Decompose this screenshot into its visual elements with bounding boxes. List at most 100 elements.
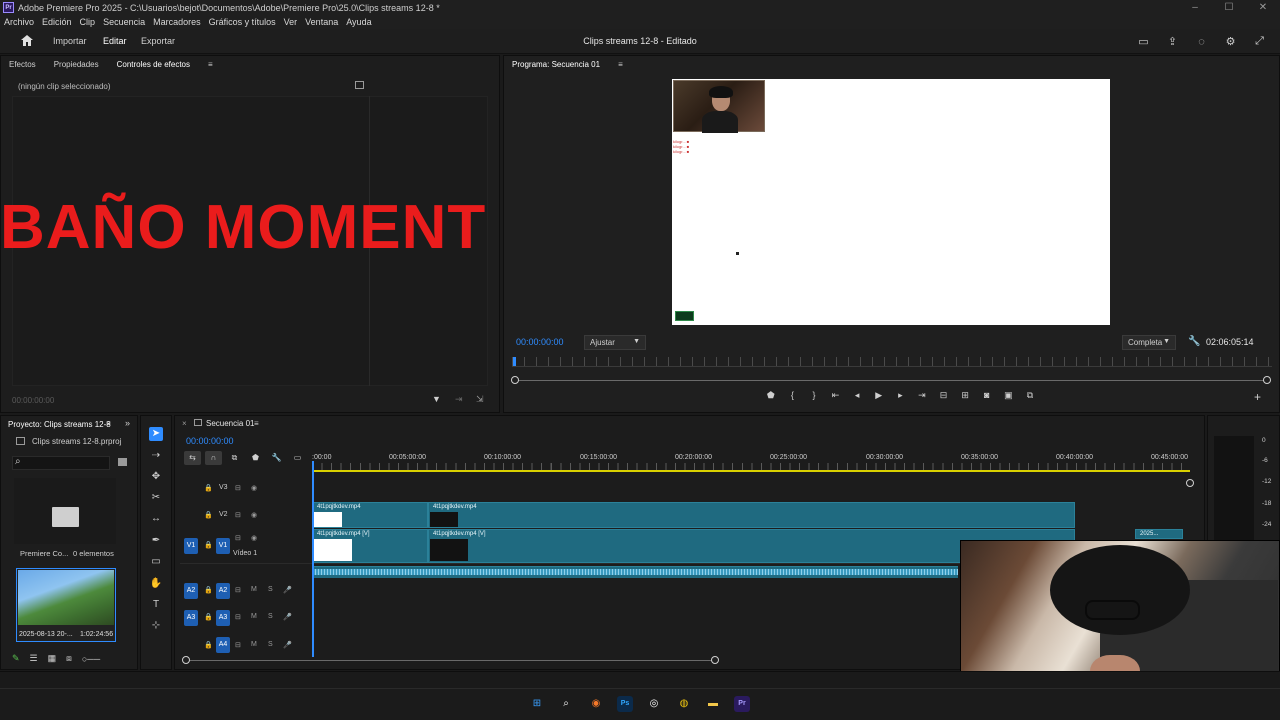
sync-lock-icon[interactable]: ⊟ (235, 586, 241, 594)
lock-icon[interactable]: 🔒 (204, 613, 213, 621)
maximize-button[interactable]: ☐ (1212, 2, 1246, 13)
lock-icon[interactable]: 🔒 (204, 641, 213, 649)
go-to-out-icon[interactable]: ⇥ (911, 390, 933, 401)
expand-icon[interactable] (355, 81, 364, 89)
track-a2-label[interactable]: A2 (216, 583, 230, 599)
menu-archivo[interactable]: Archivo (0, 17, 38, 27)
step-back-icon[interactable]: ◂ (846, 390, 868, 401)
timeline-playhead[interactable] (312, 461, 314, 657)
clip-v1-c[interactable]: 2025... (1135, 529, 1183, 539)
program-playhead[interactable] (513, 357, 516, 366)
source-v1-patch[interactable]: V1 (184, 538, 198, 554)
menu-clip[interactable]: Clip (76, 17, 100, 27)
clip-v2-b[interactable]: 4t1pqjtkdev.mp4 (428, 502, 1075, 528)
tab-propiedades[interactable]: Propiedades (54, 60, 99, 69)
mic-icon[interactable]: 🎤 (283, 586, 292, 594)
zoom-handle-left[interactable] (511, 376, 519, 384)
export-icon[interactable]: ⇲ (476, 394, 484, 405)
premiere-taskbar-icon[interactable]: Pr (734, 696, 750, 712)
mic-icon[interactable]: 🎤 (283, 613, 292, 621)
lock-icon[interactable]: 🔒 (204, 541, 213, 549)
zoom-handle-right[interactable] (1263, 376, 1271, 384)
solo-button[interactable]: S (268, 641, 273, 648)
track-select-tool-icon[interactable]: ⇢ (149, 449, 163, 463)
sync-lock-icon[interactable]: ⊟ (235, 534, 241, 542)
mute-button[interactable]: M (251, 586, 257, 593)
type-tool-icon[interactable]: T (149, 598, 163, 612)
mic-icon[interactable]: 🎤 (283, 641, 292, 649)
vertical-scroll-handle[interactable] (1186, 479, 1194, 487)
share-icon[interactable]: ⇪ (1166, 35, 1179, 48)
settings-icon[interactable]: ⚙ (1224, 35, 1237, 48)
project-panel-title[interactable]: Proyecto: Clips streams 12-8 (8, 420, 111, 429)
quality-dropdown[interactable]: Completa ▼ (1122, 335, 1176, 350)
menu-ventana[interactable]: Ventana (301, 17, 342, 27)
caption-tool-icon[interactable]: ⊹ (149, 619, 163, 633)
menu-secuencia[interactable]: Secuencia (99, 17, 149, 27)
hand-tool-icon[interactable]: ✋ (149, 577, 163, 591)
search-icon[interactable]: ⌕ (558, 696, 574, 712)
mark-out-icon[interactable]: } (803, 390, 825, 401)
sequence-tab[interactable]: Secuencia 01 (206, 419, 254, 428)
mute-button[interactable]: M (251, 613, 257, 620)
zoom-handle-left[interactable] (182, 656, 190, 664)
menu-marcadores[interactable]: Marcadores (149, 17, 205, 27)
panel-menu-icon[interactable]: ≡ (208, 60, 213, 69)
step-forward-icon[interactable]: ▸ (890, 390, 912, 401)
comparison-view-icon[interactable]: ▣ (998, 390, 1020, 401)
eye-icon[interactable]: ◉ (251, 511, 257, 519)
settings-icon[interactable]: 🔧 (268, 451, 285, 465)
close-button[interactable]: ✕ (1246, 2, 1280, 13)
lift-icon[interactable]: ⊟ (933, 390, 955, 401)
wrench-icon[interactable]: 🔧 (1188, 336, 1200, 347)
mute-button[interactable]: M (251, 641, 257, 648)
tab-controles-efectos[interactable]: Controles de efectos (117, 60, 190, 69)
windows-start-icon[interactable]: ⊞ (529, 696, 545, 712)
nest-icon[interactable]: ⇆ (184, 451, 201, 465)
fullscreen-icon[interactable]: ⤢ (1253, 35, 1266, 48)
track-v1-label[interactable]: V1 (216, 538, 230, 554)
menu-ayuda[interactable]: Ayuda (342, 17, 375, 27)
tab-efectos[interactable]: Efectos (9, 60, 36, 69)
filter-icon[interactable]: ▼ (432, 394, 441, 404)
progress-icon[interactable]: ◌ (1195, 35, 1208, 48)
button-editor-icon[interactable]: + (1254, 390, 1261, 404)
program-ruler[interactable] (512, 357, 1272, 367)
icon-view-icon[interactable]: ▦ (48, 653, 57, 664)
lock-icon[interactable]: 🔒 (204, 511, 213, 519)
export-frame-icon[interactable]: ◙ (976, 390, 998, 401)
blender-icon[interactable]: ◉ (588, 696, 604, 712)
source-a3-patch[interactable]: A3 (184, 610, 198, 626)
source-a2-patch[interactable]: A2 (184, 583, 198, 599)
lock-icon[interactable]: 🔒 (204, 484, 213, 492)
menu-ver[interactable]: Ver (280, 17, 302, 27)
menu-edicion[interactable]: Edición (38, 17, 76, 27)
tab-exportar[interactable]: Exportar (141, 36, 175, 46)
ripple-edit-tool-icon[interactable]: ✥ (149, 470, 163, 484)
chrome-icon[interactable]: ◍ (676, 696, 692, 712)
eye-icon[interactable]: ◉ (251, 484, 257, 492)
sync-lock-icon[interactable]: ⊟ (235, 484, 241, 492)
selection-tool-icon[interactable]: ➤ (149, 427, 163, 441)
sync-lock-icon[interactable]: ⊟ (235, 511, 241, 519)
clip-v1-a[interactable]: 4t1pqjtkdev.mp4 [V] (312, 529, 428, 563)
program-timecode[interactable]: 00:00:00:00 (516, 337, 564, 347)
solo-button[interactable]: S (268, 586, 273, 593)
program-zoom-bar[interactable] (514, 380, 1268, 381)
lock-icon[interactable]: 🔒 (204, 586, 213, 594)
rectangle-tool-icon[interactable]: ▭ (149, 555, 163, 569)
work-area-bar[interactable] (312, 470, 1190, 472)
more-panels-icon[interactable]: » (125, 418, 130, 428)
play-icon[interactable]: ▶ (868, 390, 890, 401)
sync-lock-icon[interactable]: ⊟ (235, 613, 241, 621)
close-sequence-icon[interactable]: × (182, 419, 187, 428)
panel-menu-icon[interactable]: ≡ (254, 419, 259, 428)
photoshop-icon[interactable]: Ps (617, 696, 633, 712)
timeline-zoom-bar[interactable] (186, 660, 715, 661)
minimize-button[interactable]: – (1178, 2, 1212, 13)
razor-tool-icon[interactable]: ✂ (149, 491, 163, 505)
sync-lock-icon[interactable]: ⊟ (235, 641, 241, 649)
fit-dropdown[interactable]: Ajustar ▼ (584, 335, 646, 350)
slip-tool-icon[interactable]: ↔ (149, 512, 163, 526)
menu-graficos[interactable]: Gráficos y títulos (205, 17, 280, 27)
